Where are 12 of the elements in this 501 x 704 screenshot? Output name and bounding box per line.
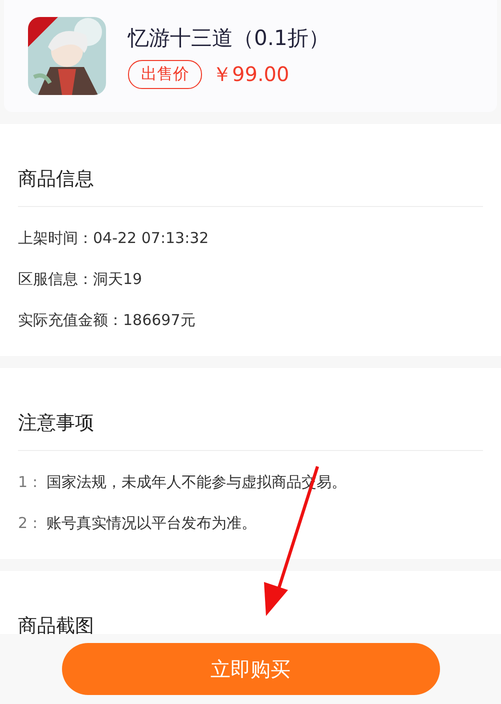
info-row-text: 实际充值金额：186697元 (18, 311, 196, 330)
info-row-text: 上架时间：04-22 07:13:32 (18, 229, 210, 248)
buy-button[interactable]: 立即购买 (62, 643, 440, 695)
price-tag: 出售价 (128, 60, 202, 88)
price: ￥99.00 (212, 60, 290, 88)
note-number: 1： (18, 473, 43, 492)
note-number: 2： (18, 514, 43, 533)
section-title: 注意事项 (18, 368, 483, 451)
info-row-text: 区服信息：洞天19 (18, 270, 144, 289)
section-title: 商品信息 (18, 124, 483, 207)
product-name: 忆游十三道（0.1折） (128, 24, 330, 52)
note-text: 账号真实情况以平台发布为准。 (46, 514, 257, 533)
